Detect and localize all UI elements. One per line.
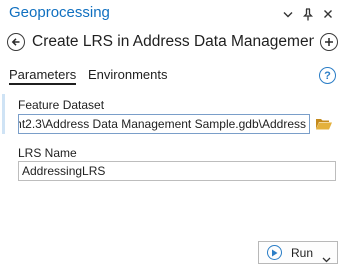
tool-header: Create LRS in Address Data Management...	[0, 30, 342, 58]
help-icon[interactable]: ?	[319, 67, 336, 84]
lrs-name-label: LRS Name	[18, 146, 77, 160]
feature-dataset-input[interactable]: nt2.3\Address Data Management Sample.gdb…	[18, 114, 310, 134]
pin-icon[interactable]	[302, 7, 314, 21]
folder-icon[interactable]	[315, 116, 333, 132]
active-parameter-marker	[2, 94, 5, 134]
plus-icon[interactable]	[320, 33, 338, 51]
chevron-down-icon[interactable]	[322, 250, 331, 268]
tab-parameters[interactable]: Parameters	[9, 67, 77, 85]
pane-title: Geoprocessing	[9, 4, 110, 21]
feature-dataset-label: Feature Dataset	[18, 98, 105, 112]
close-icon[interactable]	[322, 7, 334, 21]
pane-controls	[282, 7, 334, 21]
tool-title: Create LRS in Address Data Management...	[32, 33, 314, 50]
feature-dataset-value: nt2.3\Address Data Management Sample.gdb…	[18, 117, 306, 131]
lrs-name-input[interactable]: AddressingLRS	[18, 161, 336, 181]
tab-environments[interactable]: Environments	[88, 67, 167, 82]
run-button-label: Run	[291, 245, 314, 260]
play-icon	[267, 245, 282, 260]
pane-header: Geoprocessing	[0, 0, 342, 30]
chevron-down-icon[interactable]	[282, 7, 294, 21]
run-button[interactable]: Run	[258, 241, 338, 264]
back-arrow-icon[interactable]	[7, 33, 25, 51]
tab-bar: Parameters Environments ?	[0, 64, 342, 88]
